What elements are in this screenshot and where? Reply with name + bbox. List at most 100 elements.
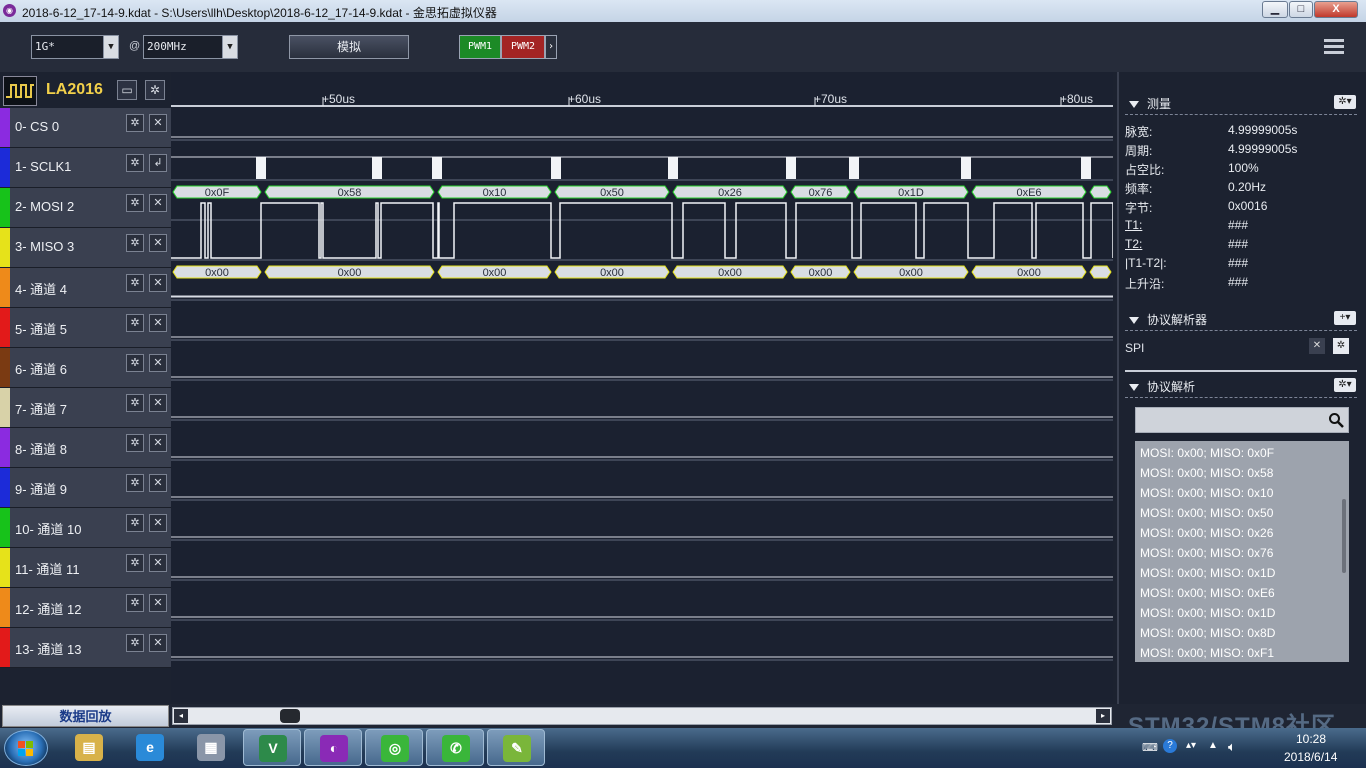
channel-action-icon[interactable]: ↲	[149, 154, 167, 172]
window-toggle-icon[interactable]: ▭	[117, 80, 137, 100]
channel-settings-icon[interactable]: ✲	[126, 554, 144, 572]
volume-icon[interactable]: 🔈︎	[1228, 739, 1236, 755]
pwm2-button[interactable]: PWM2	[501, 35, 545, 59]
channel-row[interactable]: 11- 通道 11 ✲ ✕	[0, 548, 171, 588]
collapse-triangle-icon[interactable]	[1129, 384, 1139, 392]
list-item[interactable]: MOSI: 0x00; MISO: 0x8D	[1140, 626, 1275, 640]
notepad-taskbar-button[interactable]: ✎	[487, 729, 545, 766]
wechat-taskbar-button[interactable]: ✆	[426, 729, 484, 766]
sample-depth-select[interactable]: 1G* ▼	[31, 35, 119, 59]
list-item[interactable]: MOSI: 0x00; MISO: 0x26	[1140, 526, 1273, 540]
help-icon[interactable]: ?	[1163, 739, 1177, 753]
v5-taskbar-button[interactable]: V	[243, 729, 301, 766]
channel-settings-icon[interactable]: ✲	[126, 114, 144, 132]
list-item[interactable]: MOSI: 0x00; MISO: 0x50	[1140, 506, 1273, 520]
channel-settings-icon[interactable]: ✲	[126, 354, 144, 372]
device-settings-icon[interactable]: ✲	[145, 80, 165, 100]
browser-taskbar-button[interactable]: ◎	[365, 729, 423, 766]
minimize-button[interactable]: ▁	[1262, 1, 1288, 18]
channel-action-icon[interactable]: ✕	[149, 554, 167, 572]
measure-section-header[interactable]: 测量	[1129, 95, 1171, 112]
list-item[interactable]: MOSI: 0x00; MISO: 0x1D	[1140, 606, 1275, 620]
channel-row[interactable]: 1- SCLK1 ✲ ↲	[0, 148, 171, 188]
list-item[interactable]: MOSI: 0x00; MISO: 0x10	[1140, 486, 1273, 500]
clock-time[interactable]: 10:28	[1296, 732, 1326, 746]
list-scrollbar[interactable]	[1342, 499, 1346, 573]
channel-action-icon[interactable]: ✕	[149, 234, 167, 252]
collapse-triangle-icon[interactable]	[1129, 101, 1139, 109]
show-hidden-icon[interactable]: ▲	[1208, 740, 1218, 751]
channel-action-icon[interactable]: ✕	[149, 314, 167, 332]
channel-row[interactable]: 5- 通道 5 ✲ ✕	[0, 308, 171, 348]
channel-action-icon[interactable]: ✕	[149, 634, 167, 652]
playback-button[interactable]: 数据回放	[2, 705, 169, 727]
start-button[interactable]	[4, 730, 48, 766]
channel-row[interactable]: 10- 通道 10 ✲ ✕	[0, 508, 171, 548]
channel-settings-icon[interactable]: ✲	[126, 634, 144, 652]
channel-settings-icon[interactable]: ✲	[126, 234, 144, 252]
channel-action-icon[interactable]: ✕	[149, 394, 167, 412]
channel-action-icon[interactable]: ✕	[149, 274, 167, 292]
channel-row[interactable]: 12- 通道 12 ✲ ✕	[0, 588, 171, 628]
list-item[interactable]: MOSI: 0x00; MISO: 0xE6	[1140, 586, 1275, 600]
channel-settings-icon[interactable]: ✲	[126, 514, 144, 532]
scroll-left-icon[interactable]: ◂	[174, 709, 188, 723]
channel-action-icon[interactable]: ✕	[149, 594, 167, 612]
hamburger-menu-icon[interactable]	[1324, 39, 1344, 55]
waveform-canvas[interactable]: +50us +60us +70us +80us 0x0F 0x58 0x10 0x50 0x26…	[171, 72, 1113, 702]
search-icon[interactable]	[1328, 412, 1344, 428]
collapse-triangle-icon[interactable]	[1129, 317, 1139, 325]
channel-row[interactable]: 0- CS 0 ✲ ✕	[0, 108, 171, 148]
channel-action-icon[interactable]: ✕	[149, 474, 167, 492]
maximize-button[interactable]: □	[1289, 1, 1313, 18]
channel-settings-icon[interactable]: ✲	[126, 474, 144, 492]
channel-row[interactable]: 6- 通道 6 ✲ ✕	[0, 348, 171, 388]
close-button[interactable]: X	[1314, 1, 1358, 18]
channel-row[interactable]: 7- 通道 7 ✲ ✕	[0, 388, 171, 428]
horizontal-scrollbar[interactable]: ◂ ▸	[172, 707, 1112, 725]
channel-settings-icon[interactable]: ✲	[126, 394, 144, 412]
channel-row[interactable]: 4- 通道 4 ✲ ✕	[0, 268, 171, 308]
search-input[interactable]	[1135, 407, 1349, 433]
simulate-button[interactable]: 模拟	[289, 35, 409, 59]
decoder-settings-icon[interactable]: ✲	[1333, 338, 1349, 354]
channel-row[interactable]: 8- 通道 8 ✲ ✕	[0, 428, 171, 468]
channel-settings-icon[interactable]: ✲	[126, 594, 144, 612]
keyboard-icon[interactable]: ⌨	[1142, 741, 1158, 754]
channel-row[interactable]: 3- MISO 3 ✲ ✕	[0, 228, 171, 268]
pwm1-button[interactable]: PWM1	[459, 35, 501, 59]
channel-action-icon[interactable]: ✕	[149, 514, 167, 532]
analyzer-taskbar-button[interactable]: ◐	[304, 729, 362, 766]
list-item[interactable]: MOSI: 0x00; MISO: 0xF1	[1140, 646, 1274, 660]
channel-row[interactable]: 2- MOSI 2 ✲ ✕	[0, 188, 171, 228]
sample-rate-select[interactable]: 200MHz ▼	[143, 35, 238, 59]
decode-results-list[interactable]: MOSI: 0x00; MISO: 0x0F MOSI: 0x00; MISO: …	[1135, 441, 1349, 662]
clock-date[interactable]: 2018/6/14	[1284, 750, 1337, 764]
pwm-more-button[interactable]: ›	[545, 35, 557, 59]
remove-decoder-icon[interactable]: ✕	[1309, 338, 1325, 354]
list-item[interactable]: MOSI: 0x00; MISO: 0x76	[1140, 546, 1273, 560]
dropdown-arrow-icon[interactable]: ▼	[103, 36, 118, 58]
explorer-taskbar-button[interactable]: ▤	[60, 729, 118, 766]
list-item[interactable]: MOSI: 0x00; MISO: 0x58	[1140, 466, 1273, 480]
ie-taskbar-button[interactable]: e	[121, 729, 179, 766]
list-item[interactable]: MOSI: 0x00; MISO: 0x1D	[1140, 566, 1275, 580]
channel-action-icon[interactable]: ✕	[149, 114, 167, 132]
decoder-item-spi[interactable]: SPI ✕ ✲	[1125, 338, 1357, 358]
channel-action-icon[interactable]: ✕	[149, 434, 167, 452]
scroll-right-icon[interactable]: ▸	[1096, 709, 1110, 723]
channel-settings-icon[interactable]: ✲	[126, 434, 144, 452]
results-section-header[interactable]: 协议解析	[1129, 378, 1195, 395]
channel-action-icon[interactable]: ✕	[149, 194, 167, 212]
list-item[interactable]: MOSI: 0x00; MISO: 0x0F	[1140, 446, 1274, 460]
waveform-view[interactable]: +50us +60us +70us +80us 0x0F 0x58 0x10 0x50 0x26…	[171, 72, 1113, 702]
add-decoder-button[interactable]: +▾	[1334, 311, 1356, 325]
channel-action-icon[interactable]: ✕	[149, 354, 167, 372]
calculator-taskbar-button[interactable]: ▦	[182, 729, 240, 766]
channel-row[interactable]: 9- 通道 9 ✲ ✕	[0, 468, 171, 508]
channel-settings-icon[interactable]: ✲	[126, 194, 144, 212]
decoder-section-header[interactable]: 协议解析器	[1129, 311, 1207, 328]
measure-settings-icon[interactable]: ✲▾	[1334, 95, 1356, 109]
dropdown-arrow-icon[interactable]: ▼	[222, 36, 237, 58]
scroll-thumb[interactable]	[280, 709, 300, 723]
